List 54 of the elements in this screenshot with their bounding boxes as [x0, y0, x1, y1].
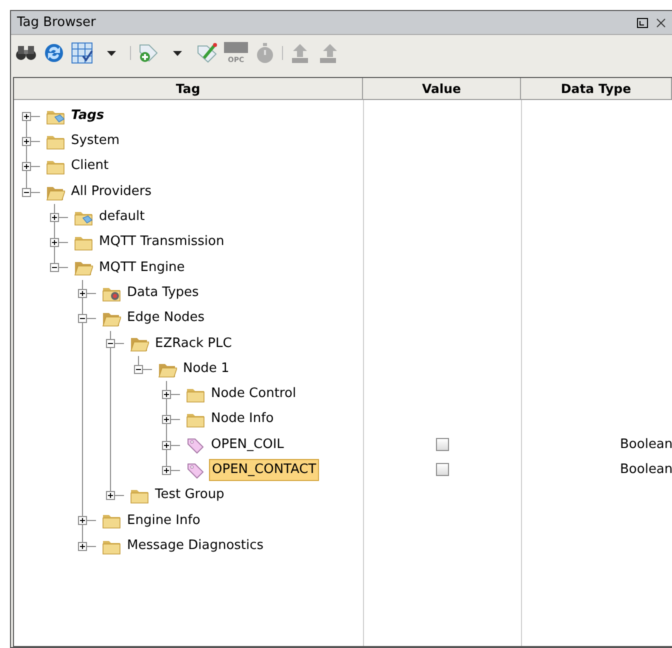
expand-icon[interactable] — [78, 288, 87, 298]
caret-icon[interactable] — [107, 50, 116, 56]
column-header[interactable]: Value — [363, 78, 521, 99]
refresh-icon[interactable] — [43, 42, 65, 64]
tree-item-label[interactable]: Node 1 — [181, 358, 232, 378]
column-header[interactable]: Tag — [14, 78, 363, 99]
value-checkbox[interactable] — [436, 438, 448, 451]
expand-icon[interactable] — [162, 415, 171, 424]
expand-icon[interactable] — [106, 491, 115, 500]
data-type-cell-text: Boolean — [620, 436, 672, 454]
tag-icon — [186, 436, 205, 454]
collapse-icon[interactable] — [106, 339, 115, 348]
tree-item-label[interactable]: Edge Nodes — [125, 308, 207, 328]
grid-checkbox-icon[interactable] — [71, 42, 93, 64]
tree-item-label[interactable]: System — [69, 131, 122, 151]
collapse-icon[interactable] — [134, 364, 143, 374]
collapse-icon[interactable] — [22, 188, 31, 197]
expand-icon[interactable] — [50, 238, 59, 248]
tree-item-label[interactable]: Node Info — [209, 409, 276, 429]
expand-icon[interactable] — [162, 466, 171, 475]
expand-icon[interactable] — [162, 390, 171, 399]
tree-item-label[interactable]: OPEN_CONTACT — [209, 459, 320, 481]
close-icon[interactable] — [656, 18, 666, 28]
value-checkbox[interactable] — [436, 463, 448, 476]
tag-add-icon[interactable] — [137, 42, 159, 64]
expand-icon[interactable] — [162, 440, 171, 450]
tree-item-label[interactable]: Test Group — [153, 485, 226, 505]
expand-icon[interactable] — [50, 212, 59, 222]
expand-icon[interactable] — [22, 136, 31, 146]
tree-item-label[interactable]: EZRack PLC — [153, 334, 234, 354]
tree-item-label[interactable]: Message Diagnostics — [125, 536, 266, 556]
column-header[interactable]: Data Type — [521, 78, 672, 99]
tree-item-label[interactable]: MQTT Transmission — [97, 232, 226, 252]
tree-item-label[interactable]: All Providers — [69, 182, 154, 202]
tag-edit-icon[interactable] — [196, 42, 218, 64]
window-title: Tag Browser — [17, 14, 96, 32]
tree-item-label[interactable]: OPEN_COIL — [209, 434, 286, 454]
tree-item-label[interactable]: Engine Info — [125, 510, 202, 530]
tree-item-label[interactable]: Client — [69, 156, 111, 176]
collapse-icon[interactable] — [50, 263, 59, 272]
tree-item-label[interactable]: Tags — [69, 106, 106, 126]
tag-icon — [186, 460, 205, 479]
expand-icon[interactable] — [22, 112, 31, 121]
expand-icon[interactable] — [22, 162, 31, 172]
caret-icon[interactable] — [173, 50, 182, 56]
tree-item-label[interactable]: Node Control — [209, 384, 298, 404]
tree-item-label[interactable]: default — [97, 207, 147, 227]
collapse-icon[interactable] — [78, 314, 87, 324]
expand-icon[interactable] — [78, 542, 87, 551]
tree-item-label[interactable]: MQTT Engine — [97, 258, 187, 278]
restore-icon[interactable] — [637, 18, 648, 28]
tree-item-label[interactable]: Data Types — [125, 282, 201, 302]
data-type-cell-text: Boolean — [620, 461, 672, 480]
expand-icon[interactable] — [78, 516, 87, 526]
